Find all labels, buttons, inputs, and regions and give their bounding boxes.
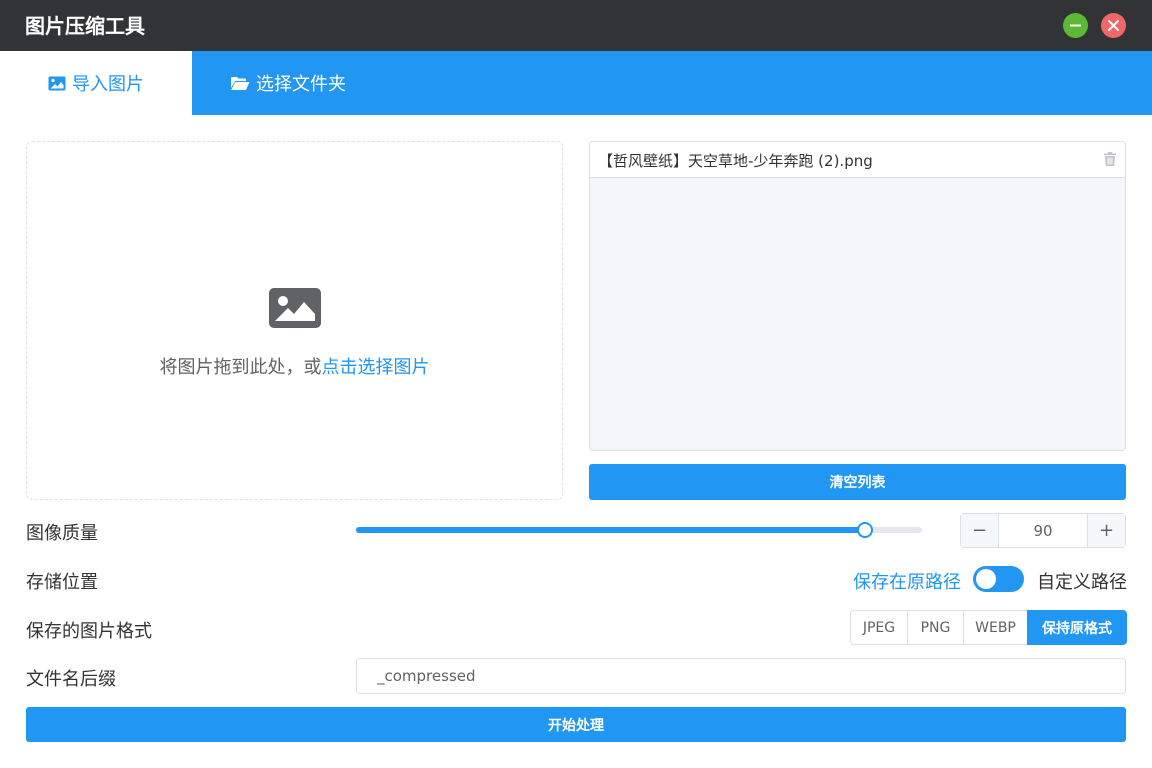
tab-folder-label: 选择文件夹	[256, 74, 346, 95]
format-png-button[interactable]: PNG	[907, 610, 964, 645]
close-button[interactable]	[1101, 13, 1126, 38]
minimize-button[interactable]	[1063, 13, 1088, 38]
tab-import-images[interactable]: 导入图片	[0, 51, 192, 115]
storage-label: 存储位置	[26, 572, 98, 593]
quality-label: 图像质量	[26, 523, 98, 544]
close-icon	[1108, 20, 1119, 31]
format-jpeg-button[interactable]: JPEG	[850, 610, 908, 645]
quality-slider-handle[interactable]	[857, 522, 874, 538]
folder-open-icon	[231, 76, 250, 90]
quality-input[interactable]	[999, 514, 1087, 547]
tab-select-folder[interactable]: 选择文件夹	[192, 51, 384, 115]
tab-import-label: 导入图片	[72, 74, 144, 95]
title-bar: 图片压缩工具	[0, 0, 1152, 51]
option-original-path[interactable]: 保存在原路径	[853, 568, 961, 594]
image-icon	[269, 288, 321, 328]
option-custom-path[interactable]: 自定义路径	[1037, 568, 1127, 594]
trash-icon[interactable]	[1104, 152, 1116, 166]
quality-slider[interactable]	[356, 522, 922, 538]
suffix-label: 文件名后缀	[26, 669, 116, 690]
start-processing-button[interactable]: 开始处理	[26, 707, 1126, 742]
quality-stepper: − +	[960, 513, 1126, 548]
increase-button[interactable]: +	[1087, 514, 1125, 547]
decrease-button[interactable]: −	[961, 514, 999, 547]
file-list: 【哲风壁纸】天空草地-少年奔跑 (2).png	[589, 141, 1126, 451]
format-keep-original-button[interactable]: 保持原格式	[1027, 610, 1127, 645]
drop-zone-hint: 将图片拖到此处，或	[159, 357, 322, 378]
list-item[interactable]: 【哲风壁纸】天空草地-少年奔跑 (2).png	[590, 142, 1125, 178]
toggle-knob	[976, 569, 996, 589]
select-image-link[interactable]: 点击选择图片	[322, 357, 430, 378]
quality-slider-fill	[356, 527, 866, 533]
window-title: 图片压缩工具	[25, 14, 145, 38]
clear-list-button[interactable]: 清空列表	[589, 464, 1126, 500]
format-webp-button[interactable]: WEBP	[963, 610, 1028, 645]
suffix-input[interactable]	[356, 658, 1126, 694]
minimize-icon	[1070, 24, 1081, 27]
storage-path-toggle[interactable]	[973, 566, 1024, 592]
drop-zone-text: 将图片拖到此处，或点击选择图片	[27, 353, 562, 379]
format-button-group: JPEG PNG WEBP 保持原格式	[850, 610, 1127, 645]
tab-bar: 导入图片 选择文件夹	[0, 51, 1152, 115]
format-label: 保存的图片格式	[26, 621, 152, 642]
image-drop-zone[interactable]: 将图片拖到此处，或点击选择图片	[26, 141, 563, 500]
image-icon	[48, 76, 66, 90]
file-name: 【哲风壁纸】天空草地-少年奔跑 (2).png	[598, 152, 873, 170]
